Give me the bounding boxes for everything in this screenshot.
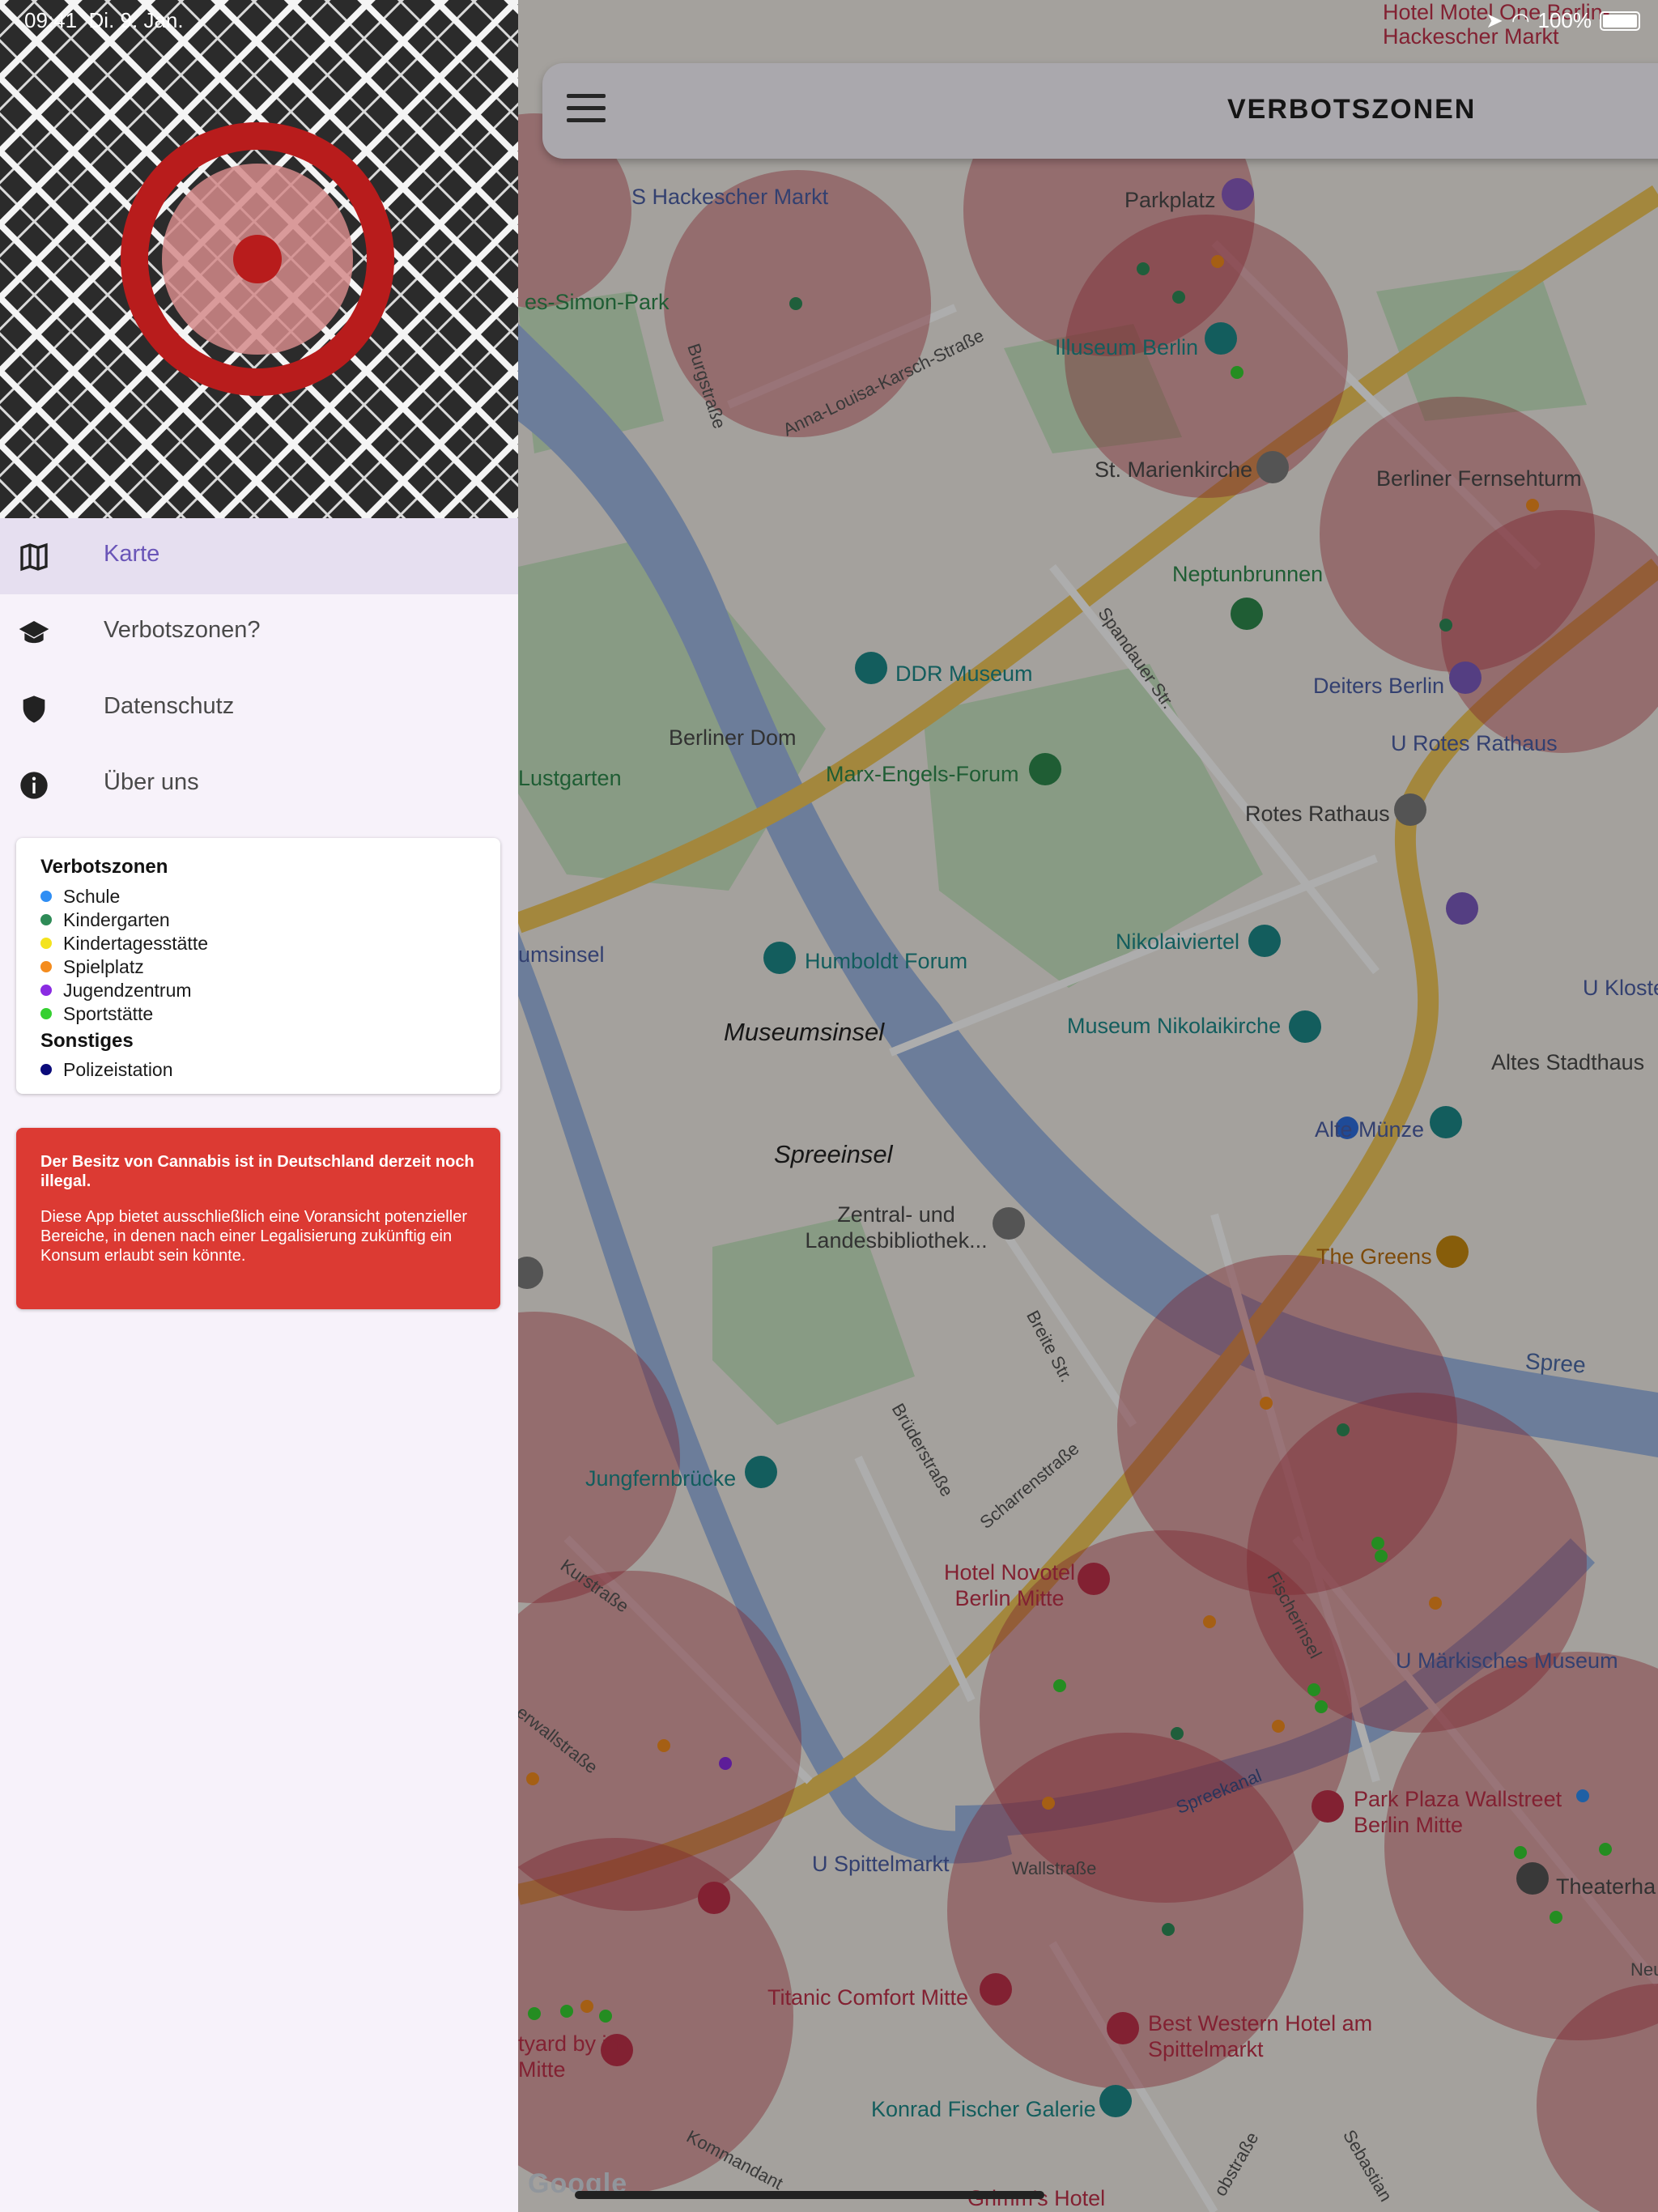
legend-item: Polizeistation: [40, 1058, 173, 1081]
shield-icon: [23, 696, 45, 723]
drawer-header-logo: 09:41 Di. 9. Jan.: [0, 0, 518, 518]
legend-item: Sportstätte: [40, 1002, 153, 1025]
menu-icon[interactable]: [567, 94, 606, 126]
status-date: Di. 9. Jan.: [88, 8, 184, 32]
legend-subheading: Sonstiges: [40, 1030, 134, 1052]
nav-label: Karte: [104, 541, 160, 567]
legend-dot: [40, 1064, 52, 1075]
nav-item-karte[interactable]: Karte: [0, 518, 518, 594]
status-time: 09:41: [24, 8, 78, 32]
legend-dot: [40, 938, 52, 949]
legend-dot: [40, 985, 52, 996]
legend-dot: [40, 1008, 52, 1019]
drawer-scrim[interactable]: [518, 0, 1658, 2212]
home-indicator[interactable]: [575, 2191, 1044, 2199]
map-icon: [20, 542, 48, 572]
nav-item-datenschutz[interactable]: Datenschutz: [0, 670, 518, 747]
legend-label: Kindertagesstätte: [63, 932, 209, 954]
legal-warning-card: Der Besitz von Cannabis ist in Deutschla…: [16, 1128, 500, 1309]
graduation-cap-icon: [19, 621, 49, 644]
navigation-drawer: 09:41 Di. 9. Jan. Karte Verbotszonen? Da…: [0, 0, 518, 2212]
app-bar-title: VERBOTSZONEN: [1227, 94, 1477, 125]
legend-item: Spielplatz: [40, 955, 144, 978]
legend-label: Spielplatz: [63, 955, 144, 977]
warning-text: Diese App bietet ausschließlich eine Vor…: [40, 1208, 467, 1265]
nav-label: Datenschutz: [104, 693, 235, 719]
top-app-bar: VERBOTSZONEN: [542, 63, 1658, 159]
status-bar-right: ➤ ◠ 100%: [1486, 8, 1640, 33]
legend-item: Jugendzentrum: [40, 979, 192, 1002]
location-icon: ➤: [1486, 8, 1503, 32]
nav-label: Verbotszonen?: [104, 617, 261, 643]
status-bar-left: 09:41 Di. 9. Jan.: [24, 8, 184, 33]
info-icon: [20, 772, 48, 799]
legend-label: Sportstätte: [63, 1002, 154, 1024]
legend-item: Kindertagesstätte: [40, 932, 208, 955]
legend-card: Verbotszonen Schule Kindergarten Kindert…: [16, 838, 500, 1094]
legend-label: Schule: [63, 885, 121, 907]
warning-headline: Der Besitz von Cannabis ist in Deutschla…: [40, 1153, 474, 1190]
nav-label: Über uns: [104, 769, 199, 795]
legend-heading: Verbotszonen: [40, 856, 168, 878]
battery-icon: [1600, 11, 1640, 31]
wifi-icon: ◠: [1511, 8, 1530, 32]
legend-item: Schule: [40, 885, 120, 908]
legend-item: Kindergarten: [40, 908, 170, 931]
legend-dot: [40, 961, 52, 972]
nav-item-verbotszonen[interactable]: Verbotszonen?: [0, 594, 518, 670]
battery-level: 100%: [1537, 8, 1592, 32]
legend-dot: [40, 914, 52, 925]
legend-label: Kindergarten: [63, 908, 170, 930]
legend-label: Polizeistation: [63, 1058, 173, 1080]
legend-dot: [40, 891, 52, 902]
legend-label: Jugendzentrum: [63, 979, 192, 1001]
nav-item-ueber-uns[interactable]: Über uns: [0, 747, 518, 823]
